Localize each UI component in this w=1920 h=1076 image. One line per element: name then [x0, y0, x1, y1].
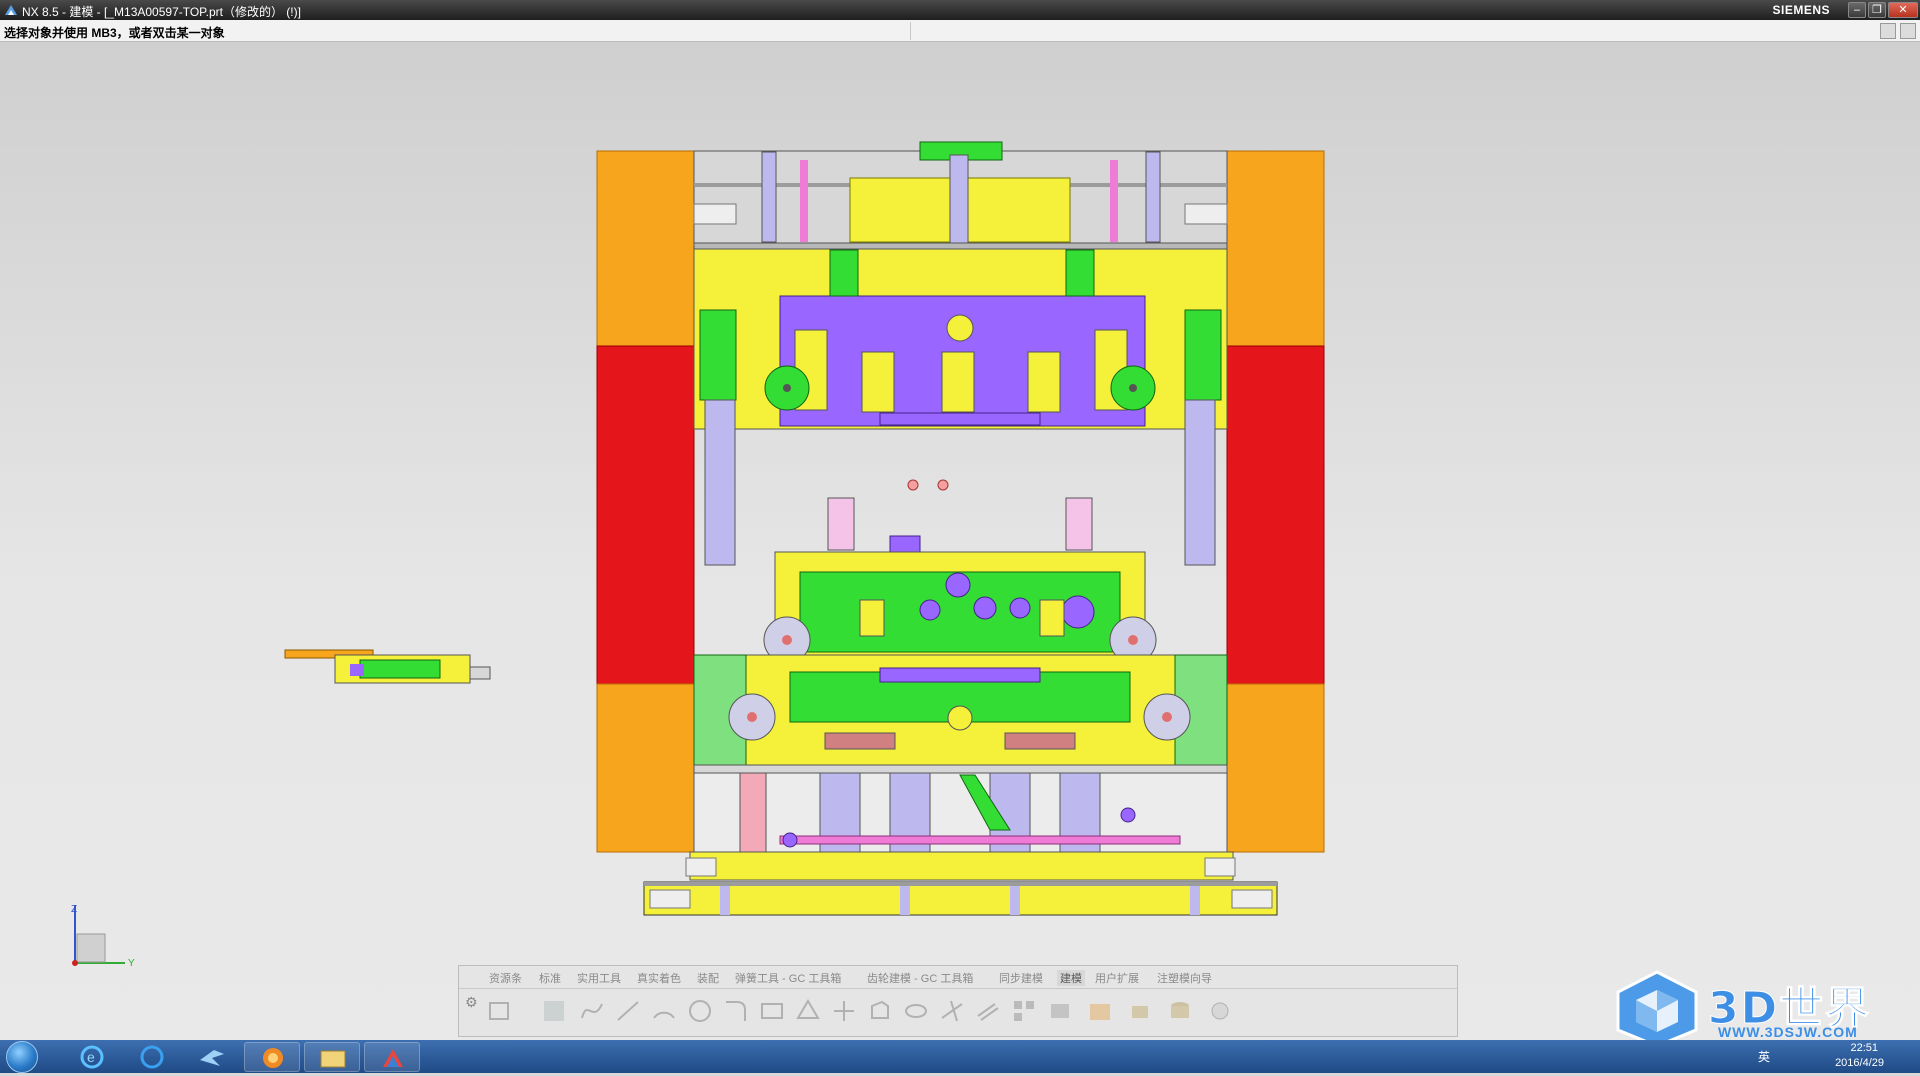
sketch-icon[interactable]: [487, 998, 513, 1024]
svg-text:e: e: [87, 1049, 95, 1065]
prompt-bar: 选择对象并使用 MB3，或者双击某一对象: [0, 20, 1920, 42]
fillet-icon[interactable]: [723, 998, 749, 1024]
z-axis-label: Z: [71, 904, 77, 915]
extrude-icon[interactable]: [867, 998, 893, 1024]
window-title: NX 8.5 - 建模 - [_M13A00597-TOP.prt（修改的） (…: [22, 5, 301, 19]
nx-icon[interactable]: [364, 1042, 420, 1072]
cube-logo-icon: [1616, 970, 1698, 1040]
graphics-viewport[interactable]: Z Y 资源条 标准 实用工具 真实着色 装配 弹簧工具 - GC 工具箱 齿轮…: [0, 42, 1920, 1040]
floating-toolbar[interactable]: 资源条 标准 实用工具 真实着色 装配 弹簧工具 - GC 工具箱 齿轮建模 -…: [458, 965, 1458, 1037]
toolbar-icon-row: [487, 994, 1447, 1028]
rectangle-icon[interactable]: [759, 998, 785, 1024]
toolbar-tabs: 资源条 标准 实用工具 真实着色 装配 弹簧工具 - GC 工具箱 齿轮建模 -…: [459, 966, 1457, 989]
nx-app-icon[interactable]: [4, 3, 18, 17]
core-plate: [693, 497, 1228, 766]
tab-utilities[interactable]: 实用工具: [577, 970, 621, 986]
windows-taskbar: e 英 22:51 2016/4/29: [0, 1040, 1920, 1073]
tab-standard[interactable]: 标准: [539, 970, 561, 986]
watermark-url: WWW.3DSJW.COM: [1718, 1024, 1858, 1040]
input-language[interactable]: 英: [1758, 1048, 1770, 1065]
y-axis-label: Y: [128, 958, 135, 969]
tab-assembly[interactable]: 装配: [697, 970, 719, 986]
tab-mold-wizard[interactable]: 注塑模向导: [1157, 970, 1212, 986]
tab-user-extensions[interactable]: 用户扩展: [1095, 970, 1139, 986]
secondary-model-preview: [284, 649, 491, 684]
cylinder-icon[interactable]: [1167, 998, 1193, 1024]
tab-resource-bar[interactable]: 资源条: [489, 970, 522, 986]
siemens-brand: SIEMENS: [1772, 3, 1830, 17]
offset-icon[interactable]: [975, 998, 1001, 1024]
tab-true-shading[interactable]: 真实着色: [637, 970, 681, 986]
circle-icon[interactable]: [687, 998, 713, 1024]
ejector-housing: [685, 764, 1236, 881]
pattern-icon[interactable]: [1011, 998, 1037, 1024]
datum-icon[interactable]: [541, 998, 567, 1024]
bird-icon[interactable]: [184, 1042, 240, 1072]
bottom-clamp-plate: [643, 881, 1278, 916]
gear-icon[interactable]: ⚙: [465, 994, 481, 1010]
full-screen-button[interactable]: [1880, 23, 1896, 39]
explorer-icon[interactable]: [304, 1042, 360, 1072]
clock-time[interactable]: 22:51: [1850, 1042, 1878, 1054]
polygon-icon[interactable]: [795, 998, 821, 1024]
mirror-icon[interactable]: [1047, 998, 1073, 1024]
restore-button[interactable]: ❐: [1868, 2, 1886, 18]
close-button[interactable]: ✕: [1888, 2, 1918, 18]
site-watermark: 3D世界网 WWW.3DSJW.COM: [1612, 968, 1912, 1040]
top-clamp-plate: [693, 141, 1228, 250]
title-bar: NX 8.5 - 建模 - [_M13A00597-TOP.prt（修改的） (…: [0, 0, 1920, 20]
tab-modeling[interactable]: 建模: [1057, 970, 1085, 986]
status-divider: [910, 22, 911, 40]
mold-assembly-view[interactable]: Z Y: [0, 42, 1920, 1040]
spline-icon[interactable]: [579, 998, 605, 1024]
system-tray: 英 22:51 2016/4/29: [1620, 1040, 1920, 1073]
window-layout-button[interactable]: [1900, 23, 1916, 39]
sprue-marker: [907, 479, 919, 491]
block-icon[interactable]: [1127, 998, 1153, 1024]
firefox-icon[interactable]: [244, 1042, 300, 1072]
shell-icon[interactable]: [1087, 998, 1113, 1024]
hole-icon[interactable]: [1207, 998, 1233, 1024]
trim-icon[interactable]: [939, 998, 965, 1024]
point-icon[interactable]: [831, 998, 857, 1024]
revolve-icon[interactable]: [903, 998, 929, 1024]
ie-icon[interactable]: e: [64, 1042, 120, 1072]
cavity-plate: [693, 248, 1228, 430]
start-button[interactable]: [6, 1041, 38, 1073]
tab-sync-modeling[interactable]: 同步建模: [999, 970, 1043, 986]
arc-icon[interactable]: [651, 998, 677, 1024]
sprue-marker: [937, 479, 949, 491]
line-icon[interactable]: [615, 998, 641, 1024]
left-guide-rail: [596, 150, 695, 853]
minimize-button[interactable]: –: [1848, 2, 1866, 18]
clock-date[interactable]: 2016/4/29: [1835, 1057, 1884, 1069]
ie-alt-icon[interactable]: [124, 1042, 180, 1072]
tab-spring-tool[interactable]: 弹簧工具 - GC 工具箱: [735, 970, 841, 986]
tab-gear-modeling[interactable]: 齿轮建模 - GC 工具箱: [867, 970, 973, 986]
selection-prompt: 选择对象并使用 MB3，或者双击某一对象: [4, 26, 225, 40]
wcs-triad: Z Y: [71, 904, 135, 969]
right-guide-rail: [1226, 150, 1325, 853]
